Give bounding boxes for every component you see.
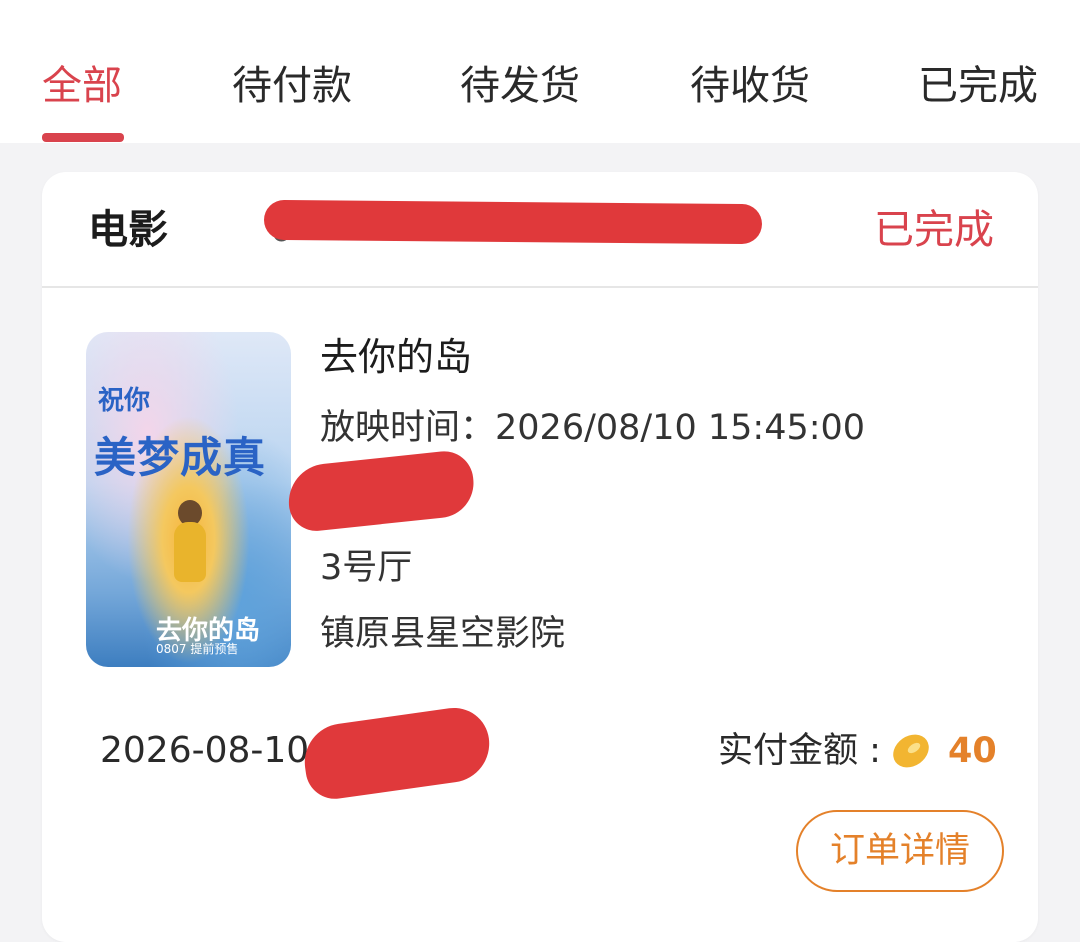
poster-text-line2: 美梦成真: [94, 433, 267, 482]
order-card-header: 电影 0 已完成: [42, 172, 1038, 288]
movie-title: 去你的岛: [320, 335, 473, 379]
tab-pending-shipment[interactable]: 待发货: [460, 60, 580, 112]
poster-figure: [174, 522, 206, 582]
poster-date: 0807 提前预售: [156, 642, 239, 656]
tab-completed[interactable]: 已完成: [918, 60, 1038, 112]
order-category: 电影: [88, 207, 168, 253]
tab-all[interactable]: 全部: [42, 60, 122, 112]
coin-icon: [893, 734, 929, 768]
showtime-label: 放映时间：: [320, 408, 496, 448]
cinema-name: 镇原县星空影院: [320, 614, 566, 654]
active-tab-indicator: [42, 133, 124, 142]
order-status: 已完成: [874, 207, 994, 253]
order-tabs: 全部 待付款 待发货 待收货 已完成: [0, 0, 1080, 143]
redaction-mark: [263, 199, 763, 245]
redaction-mark: [299, 703, 495, 803]
redaction-mark: [285, 448, 477, 534]
paid-amount-label: 实付金额 :: [718, 731, 881, 771]
showtime-line: 放映时间：2026/08/10 15:45:00: [320, 404, 865, 452]
tab-pending-receipt[interactable]: 待收货: [690, 60, 810, 112]
order-card[interactable]: 电影 0 已完成 祝你 美梦成真 去你的岛 0807 提前预售 去你的岛 放映时…: [42, 172, 1038, 942]
showtime-value: 2026/08/10 15:45:00: [495, 408, 866, 448]
tab-pending-payment[interactable]: 待付款: [232, 60, 352, 112]
poster-text-line1: 祝你: [98, 386, 151, 416]
movie-poster: 祝你 美梦成真 去你的岛 0807 提前预售: [86, 332, 291, 667]
paid-amount-value: 40: [948, 731, 997, 771]
order-detail-button[interactable]: 订单详情: [796, 810, 1004, 892]
hall-name: 3号厅: [320, 548, 413, 588]
